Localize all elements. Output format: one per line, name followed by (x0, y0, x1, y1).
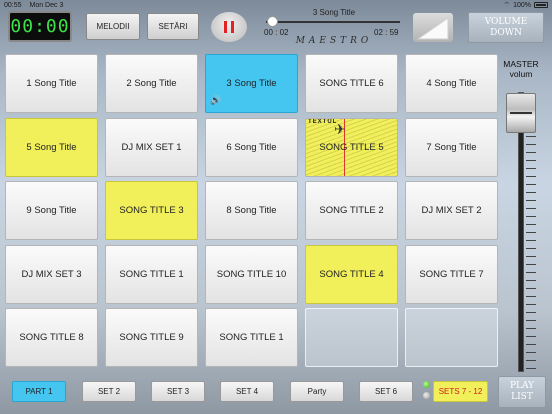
song-pad[interactable] (405, 308, 498, 367)
song-pad-label: SONG TITLE 7 (419, 268, 484, 280)
song-pad-label: SONG TITLE 2 (319, 205, 384, 216)
song-pad[interactable]: 2 Song Title (105, 54, 198, 113)
song-pad-label: SONG TITLE 1 (119, 268, 184, 280)
song-pad[interactable]: 3 Song Title 🔊 (205, 54, 298, 113)
set-button[interactable]: SET 2 (82, 381, 136, 402)
song-pad-label: 4 Song Title (426, 78, 477, 89)
song-pad[interactable] (305, 308, 398, 367)
song-pad-label: 1 Song Title (26, 78, 77, 89)
song-pad[interactable]: DJ MIX SET 2 (405, 181, 498, 240)
set-button[interactable]: SET 6 (359, 381, 413, 402)
song-pad[interactable]: SONG TITLE 7 (405, 244, 498, 304)
song-pad-label: SONG TITLE 1 (219, 332, 284, 343)
pause-icon-bar (231, 21, 234, 33)
song-pad-label: DJ MIX SET 1 (121, 141, 182, 153)
song-pad-label: SONG TITLE 4 (319, 268, 384, 280)
master-volume-label: MASTER volum (503, 59, 539, 79)
song-pad-label: DJ MIX SET 3 (21, 268, 82, 280)
song-pad[interactable]: SONG TITLE 3 (105, 181, 198, 240)
song-pad-label: 5 Song Title (26, 141, 77, 153)
song-pad[interactable]: SONG TITLE 2 (305, 181, 398, 240)
fader-scale (526, 120, 536, 370)
master-fader-track[interactable] (518, 92, 524, 372)
song-pad-label: SONG TITLE 6 (319, 78, 384, 89)
volume-down-button[interactable]: VOLUME DOWN (468, 12, 544, 43)
now-playing-title: 3 Song Title (312, 8, 356, 17)
song-pad-label: SONG TITLE 3 (119, 205, 184, 216)
song-pad-label: SONG TITLE 9 (119, 332, 184, 343)
brand-logo: MAESTRO (295, 36, 373, 46)
bird-icon: ✈ (334, 120, 346, 137)
song-pad-label: SONG TITLE 10 (216, 268, 287, 280)
set-button[interactable]: Party (290, 381, 344, 402)
wifi-icon: ⌔ (503, 1, 511, 9)
song-pad[interactable]: SONG TITLE 1 (205, 308, 298, 367)
song-pad[interactable]: 8 Song Title (205, 181, 298, 240)
fade-button[interactable] (413, 13, 453, 42)
song-pad[interactable]: DJ MIX SET 3 (5, 244, 98, 304)
song-pad[interactable]: DJ MIX SET 1 (105, 117, 198, 177)
song-pad[interactable]: 5 Song Title (5, 117, 98, 177)
song-pad[interactable]: SONG TITLE 10 (205, 244, 298, 304)
sets-7-12-button[interactable]: SETS 7 - 12 (433, 381, 488, 402)
song-pad-label: SONG TITLE 5 (319, 141, 384, 153)
led-green-indicator (423, 381, 430, 388)
melodii-button[interactable]: MELODII (86, 13, 140, 40)
song-pad[interactable]: SONG TITLE 6 (305, 54, 398, 113)
speaker-playing-icon: 🔊 (210, 95, 222, 105)
song-pad[interactable]: 4 Song Title (405, 54, 498, 113)
pause-button[interactable] (211, 12, 247, 42)
set-button[interactable]: PART 1 (12, 381, 66, 402)
song-pad-label: 2 Song Title (126, 78, 177, 89)
battery-icon (534, 2, 548, 8)
song-pad-label: 9 Song Title (26, 205, 77, 216)
pause-icon (224, 21, 227, 33)
master-fader-knob[interactable] (506, 93, 536, 134)
song-pad-label: DJ MIX SET 2 (421, 205, 482, 216)
song-pad[interactable]: 6 Song Title (205, 117, 298, 177)
battery-percent: 100% (513, 1, 531, 9)
status-time: 00:55 (4, 1, 22, 9)
song-pad[interactable]: SONG TITLE 1 (105, 244, 198, 304)
song-pad-label: 7 Song Title (426, 141, 477, 153)
album-art-text: TEXTUL (308, 118, 338, 125)
status-date: Mon Dec 3 (29, 1, 64, 9)
set-button[interactable]: SET 4 (220, 381, 274, 402)
song-pad[interactable]: 1 Song Title (5, 54, 98, 113)
progress-track[interactable] (266, 21, 400, 23)
led-off-indicator (423, 392, 430, 399)
fade-ramp-icon (416, 17, 449, 40)
progress-knob[interactable] (266, 16, 278, 27)
song-pad-label: SONG TITLE 8 (19, 332, 84, 343)
setari-button[interactable]: SETĂRI (147, 13, 199, 40)
set-button[interactable]: SET 3 (151, 381, 205, 402)
playlist-button[interactable]: PLAY LIST (498, 376, 546, 408)
song-pad-label: 8 Song Title (226, 205, 277, 216)
song-pad[interactable]: 9 Song Title (5, 181, 98, 240)
song-pad-label: 3 Song Title (226, 78, 277, 89)
song-pad[interactable]: SONG TITLE 9 (105, 308, 198, 367)
song-pad[interactable]: 7 Song Title (405, 117, 498, 177)
song-pad[interactable]: SONG TITLE 8 (5, 308, 98, 367)
elapsed-timer-display: 00:00 (8, 11, 72, 42)
song-pad[interactable]: TEXTUL ✈ SONG TITLE 5 (305, 117, 398, 177)
song-pad-label: 6 Song Title (226, 141, 277, 153)
song-pad[interactable]: SONG TITLE 4 (305, 244, 398, 304)
